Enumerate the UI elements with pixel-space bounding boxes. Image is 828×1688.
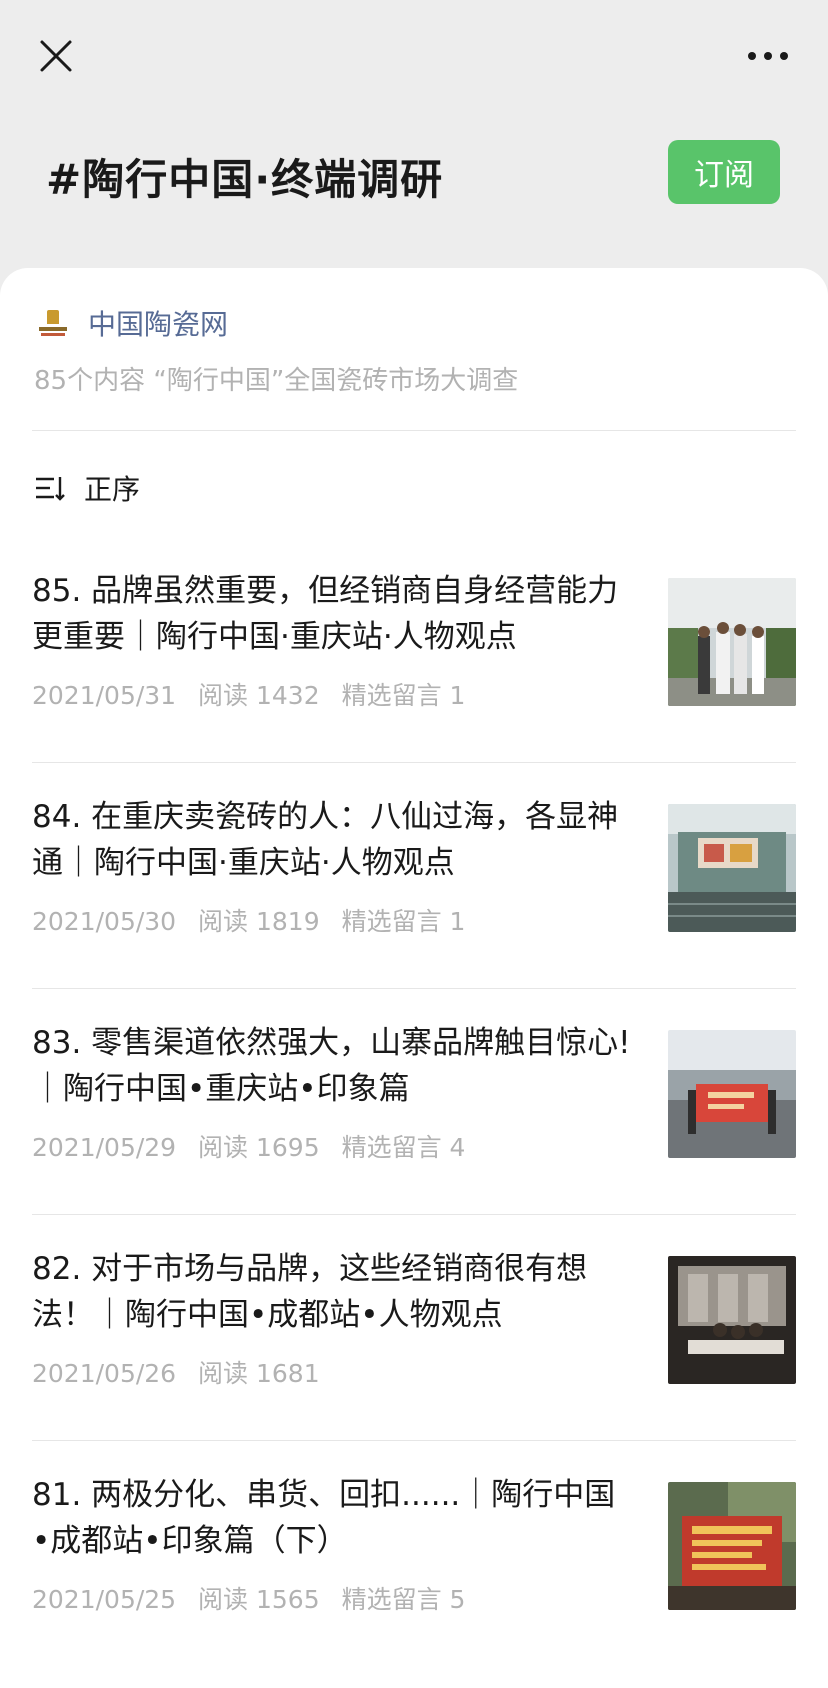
divider <box>32 1440 796 1441</box>
article-reads: 阅读 1681 <box>198 1359 320 1388</box>
article-date: 2021/05/25 <box>32 1585 177 1614</box>
article-thumbnail[interactable] <box>668 1482 796 1610</box>
article-title[interactable]: 84. 在重庆卖瓷砖的人：八仙过海，各显神通｜陶行中国·重庆站·人物观点 <box>32 794 632 886</box>
close-icon[interactable] <box>36 36 76 76</box>
divider <box>32 988 796 989</box>
list-item[interactable]: 84. 在重庆卖瓷砖的人：八仙过海，各显神通｜陶行中国·重庆站·人物观点 202… <box>32 794 796 994</box>
article-reads: 阅读 1432 <box>198 681 320 710</box>
article-reads: 阅读 1565 <box>198 1585 320 1614</box>
article-date: 2021/05/31 <box>32 681 177 710</box>
article-meta: 2021/05/31 阅读 1432 精选留言 1 <box>32 676 479 712</box>
article-title[interactable]: 81. 两极分化、串货、回扣......｜陶行中国•成都站•印象篇（下） <box>32 1472 632 1564</box>
article-meta: 2021/05/30 阅读 1819 精选留言 1 <box>32 902 479 938</box>
article-thumbnail[interactable] <box>668 804 796 932</box>
article-title[interactable]: 85. 品牌虽然重要，但经销商自身经营能力更重要｜陶行中国·重庆站·人物观点 <box>32 568 632 660</box>
more-icon[interactable] <box>744 40 792 72</box>
article-meta: 2021/05/25 阅读 1565 精选留言 5 <box>32 1580 479 1616</box>
article-date: 2021/05/26 <box>32 1359 177 1388</box>
divider <box>32 1214 796 1215</box>
article-thumbnail[interactable] <box>668 578 796 706</box>
article-meta: 2021/05/26 阅读 1681 <box>32 1354 348 1390</box>
article-title[interactable]: 83. 零售渠道依然强大，山寨品牌触目惊心!｜陶行中国•重庆站•印象篇 <box>32 1020 632 1112</box>
article-reads: 阅读 1819 <box>198 907 320 936</box>
list-item[interactable]: 82. 对于市场与品牌，这些经销商很有想法！｜陶行中国•成都站•人物观点 202… <box>32 1246 796 1446</box>
article-comments: 精选留言 5 <box>341 1585 466 1614</box>
topic-header: #陶行中国·终端调研 订阅 <box>0 120 828 230</box>
article-reads: 阅读 1695 <box>198 1133 320 1162</box>
article-title[interactable]: 82. 对于市场与品牌，这些经销商很有想法！｜陶行中国•成都站•人物观点 <box>32 1246 632 1338</box>
list-item[interactable]: 85. 品牌虽然重要，但经销商自身经营能力更重要｜陶行中国·重庆站·人物观点 2… <box>32 568 796 768</box>
page-title: #陶行中国·终端调研 <box>46 155 444 204</box>
article-comments: 精选留言 1 <box>341 681 466 710</box>
article-thumbnail[interactable] <box>668 1030 796 1158</box>
article-thumbnail[interactable] <box>668 1256 796 1384</box>
article-comments: 精选留言 1 <box>341 907 466 936</box>
article-comments: 精选留言 4 <box>341 1133 466 1162</box>
top-bar <box>0 0 828 110</box>
sort-label: 正序 <box>84 473 141 506</box>
account-name[interactable]: 中国陶瓷网 <box>88 303 228 343</box>
account-logo-icon <box>34 304 72 342</box>
article-date: 2021/05/30 <box>32 907 177 936</box>
topic-description: 85个内容 “陶行中国”全国瓷砖市场大调查 <box>34 366 519 396</box>
sort-order-icon <box>36 477 65 501</box>
article-meta: 2021/05/29 阅读 1695 精选留言 4 <box>32 1128 479 1164</box>
content-card: 中国陶瓷网 85个内容 “陶行中国”全国瓷砖市场大调查 正序 85. 品牌虽然重… <box>0 268 828 1688</box>
article-date: 2021/05/29 <box>32 1133 177 1162</box>
list-item[interactable]: 83. 零售渠道依然强大，山寨品牌触目惊心!｜陶行中国•重庆站•印象篇 2021… <box>32 1020 796 1220</box>
subscribe-button[interactable]: 订阅 <box>668 140 780 204</box>
divider <box>32 762 796 763</box>
sort-toggle[interactable]: 正序 <box>34 468 140 508</box>
account-row[interactable]: 中国陶瓷网 <box>34 302 228 344</box>
divider <box>32 430 796 431</box>
list-item[interactable]: 81. 两极分化、串货、回扣......｜陶行中国•成都站•印象篇（下） 202… <box>32 1472 796 1672</box>
